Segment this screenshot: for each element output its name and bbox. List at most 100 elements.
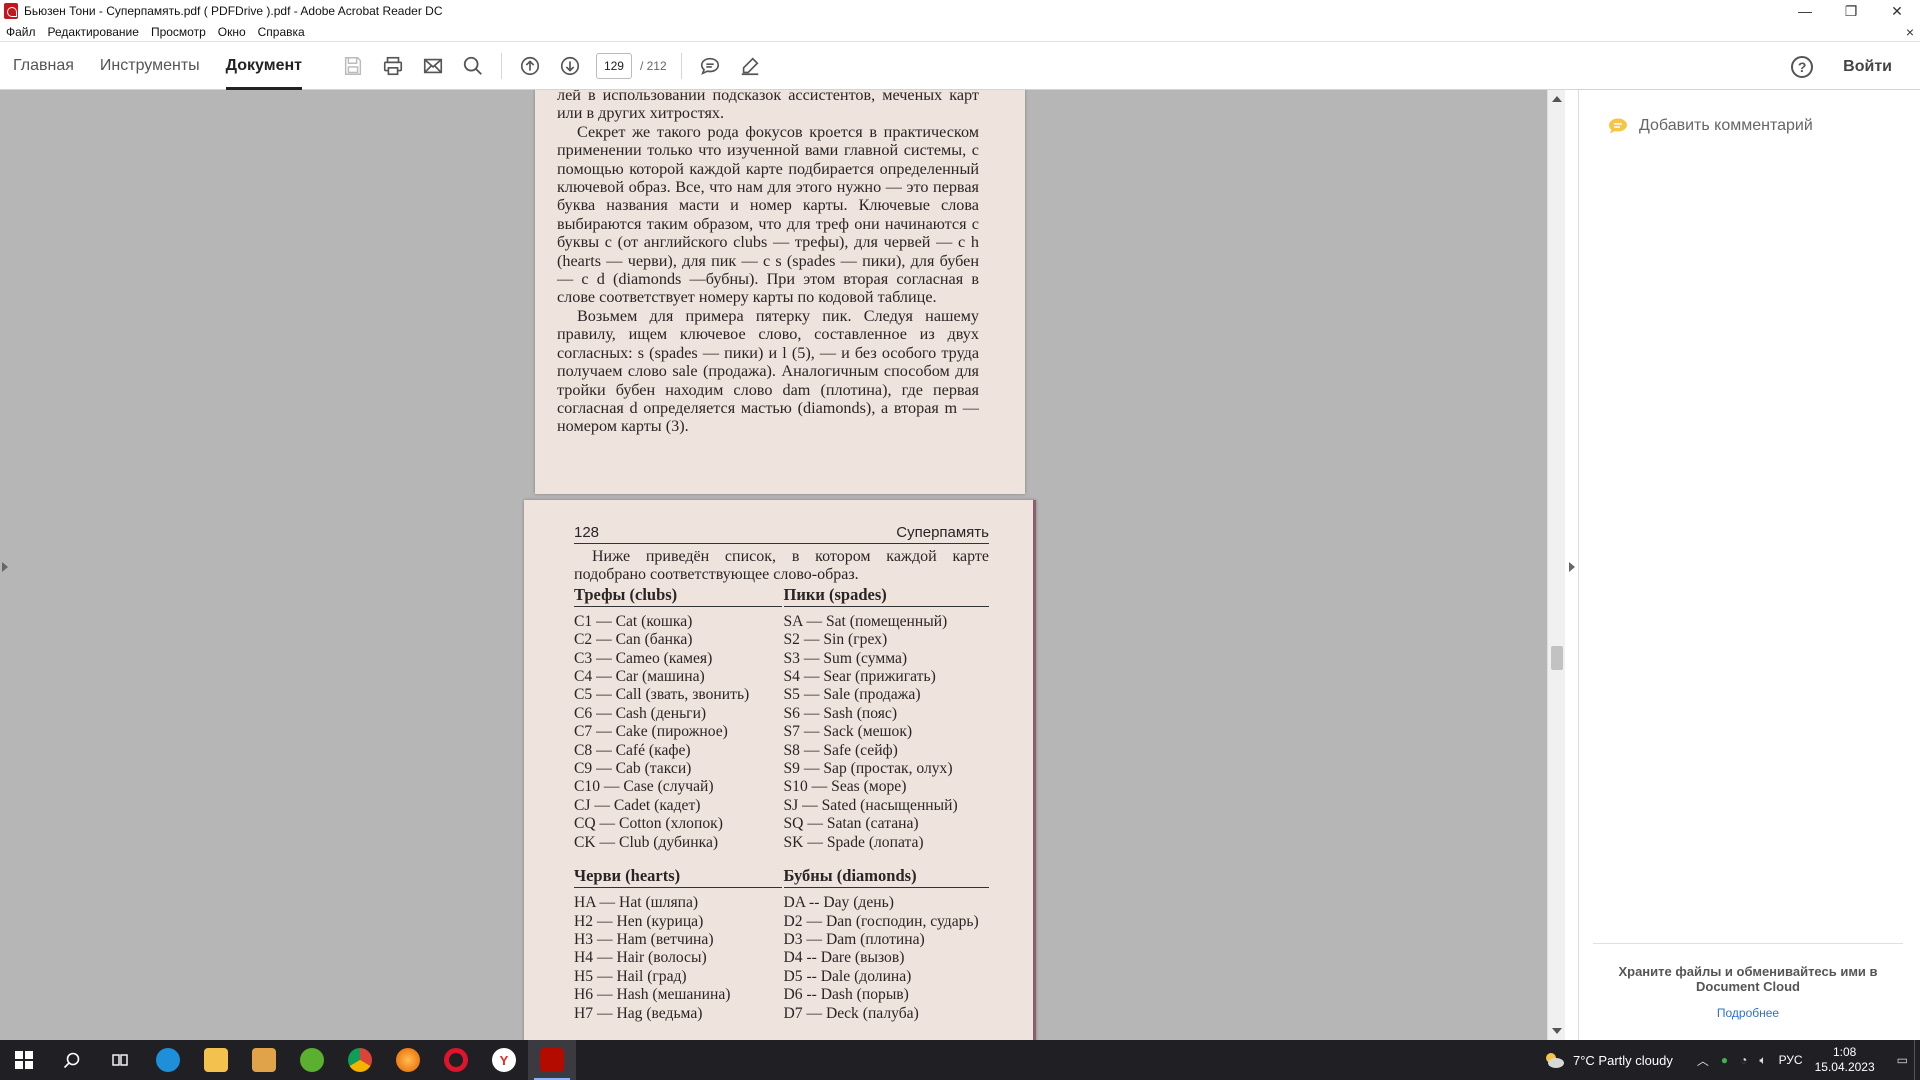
chevron-up-icon[interactable]: ︿ [1697,1052,1709,1069]
menu-file[interactable]: Файл [6,25,36,39]
weather-widget[interactable]: 7°C Partly cloudy [1543,1051,1673,1069]
highlight-pen-icon[interactable] [730,46,770,86]
chrome-taskbar-button[interactable] [336,1040,384,1080]
notifications-icon[interactable]: ▭ [1897,1053,1908,1067]
utorrent-taskbar-button[interactable] [288,1040,336,1080]
save-icon[interactable] [333,46,373,86]
card-row: C1 — Cat (кошка) [574,612,693,630]
yandex-icon: Y [492,1048,516,1072]
hearts-heading: Черви (hearts) [574,866,782,889]
network-icon[interactable]: ◔ [1740,1053,1747,1067]
scroll-thumb[interactable] [1551,646,1563,670]
firefox-taskbar-button[interactable] [384,1040,432,1080]
task-view-button[interactable] [96,1040,144,1080]
card-row: S4 — Sear (прижигать) [783,668,936,686]
card-row: D3 — Dam (плотина) [783,930,925,948]
opera-taskbar-button[interactable] [432,1040,480,1080]
security-shield-icon[interactable]: ● [1721,1053,1728,1067]
running-head: 128 Суперпамять [574,524,989,544]
card-row: H7 — Hag (ведьма) [574,1004,703,1022]
intro-paragraph: Ниже приведён список, в котором каждой к… [574,548,989,584]
clock-date: 15.04.2023 [1814,1060,1875,1074]
search-icon [63,1052,80,1069]
menu-view[interactable]: Просмотр [151,25,206,39]
card-row: SK — Spade (лопата) [783,833,924,851]
media-taskbar-button[interactable] [240,1040,288,1080]
card-row: C2 — Can (банка) [574,631,693,649]
hearts-list: HA — Hat (шляпа) H2 — Hen (курица) H3 — Ha… [574,894,782,1023]
clock-time: 1:08 [1832,1045,1857,1059]
close-button[interactable]: ✕ [1874,0,1920,22]
next-page-icon[interactable] [550,46,590,86]
tab-document[interactable]: Документ [213,43,315,90]
menu-help[interactable]: Справка [258,25,305,39]
language-indicator[interactable]: РУС [1779,1053,1803,1067]
window-title: Бьюзен Тони - Суперпамять.pdf ( PDFDrive… [24,4,443,18]
card-row: C4 — Car (машина) [574,668,705,686]
card-row: C8 — Café (кафе) [574,741,691,759]
yandex-taskbar-button[interactable]: Y [480,1040,528,1080]
scroll-up-icon[interactable] [1552,96,1562,102]
close-document-button[interactable]: × [1906,24,1914,40]
chrome-icon [348,1048,372,1072]
card-row: D2 — Dan (господин, сударь) [783,912,979,930]
pdf-page-129: лей в использовании подсказок ассистенто… [535,90,1025,494]
card-row: D4 -- Dare (вызов) [783,949,905,967]
right-pane: Добавить комментарий Храните файлы и обм… [1578,90,1920,1040]
opera-icon [444,1048,468,1072]
menu-edit[interactable]: Редактирование [48,25,139,39]
card-row: S5 — Sale (продажа) [783,686,921,704]
search-icon[interactable] [453,46,493,86]
toolbar-separator [680,53,682,79]
card-row: CJ — Cadet (кадет) [574,796,701,814]
toolbar-separator [500,53,502,79]
comment-bubble-icon [1607,117,1629,135]
menu-window[interactable]: Окно [218,25,246,39]
acrobat-icon [4,3,18,19]
suit-block-hearts-diamonds: Черви (hearts) HA — Hat (шляпа) H2 — Hen … [574,866,989,1023]
taskbar-search-button[interactable] [48,1040,96,1080]
print-icon[interactable] [373,46,413,86]
sign-in-button[interactable]: Войти [1843,58,1892,76]
spades-heading: Пики (spades) [783,585,989,607]
email-icon[interactable] [413,46,453,86]
media-player-icon [252,1048,276,1072]
comment-icon[interactable] [690,46,730,86]
restore-button[interactable]: ❐ [1828,0,1874,22]
page-number-input[interactable] [595,53,632,79]
show-desktop-button[interactable] [1914,1040,1920,1080]
help-icon[interactable]: ? [1791,55,1814,78]
tab-home[interactable]: Главная [0,43,87,90]
scroll-down-icon[interactable] [1552,1028,1562,1034]
volume-icon[interactable]: 🔈︎ [1759,1053,1766,1068]
edge-icon [156,1048,180,1072]
menu-bar: Файл Редактирование Просмотр Окно Справк… [0,22,1920,42]
acrobat-reader-icon [540,1048,564,1072]
vertical-scrollbar[interactable] [1547,90,1565,1040]
clock[interactable]: 1:08 15.04.2023 [1815,1045,1875,1075]
tab-tools[interactable]: Инструменты [87,43,213,90]
previous-page-icon[interactable] [510,46,550,86]
card-row: S10 — Seas (море) [783,778,907,796]
document-viewer[interactable]: лей в использовании подсказок ассистенто… [0,90,1565,1040]
right-pane-toggle-icon[interactable] [1569,562,1575,572]
weather-text: 7°C Partly cloudy [1572,1052,1673,1068]
learn-more-link[interactable]: Подробнее [1593,1006,1903,1020]
diamonds-column: Бубны (diamonds) DA -- Day (день) D2 — Da… [782,866,989,1023]
edge-taskbar-button[interactable] [144,1040,192,1080]
acrobat-taskbar-button[interactable] [528,1040,576,1080]
title-bar: Бьюзен Тони - Суперпамять.pdf ( PDFDrive… [0,0,1920,22]
card-row: C6 — Cash (деньги) [574,704,707,722]
page-total: / 212 [639,59,667,73]
explorer-taskbar-button[interactable] [192,1040,240,1080]
utorrent-icon [300,1048,324,1072]
start-button[interactable] [0,1040,48,1080]
card-row: C5 — Call (звать, звонить) [574,686,750,704]
minimize-button[interactable]: — [1782,0,1828,22]
left-pane-toggle-icon[interactable] [2,562,8,572]
card-row: S8 — Safe (сейф) [783,741,898,759]
add-comment-button[interactable]: Добавить комментарий [1607,117,1813,135]
card-row: H2 — Hen (курица) [574,912,704,930]
main-toolbar: Главная Инструменты Документ / 212 [0,43,1920,90]
card-row: H3 — Ham (ветчина) [574,930,714,948]
